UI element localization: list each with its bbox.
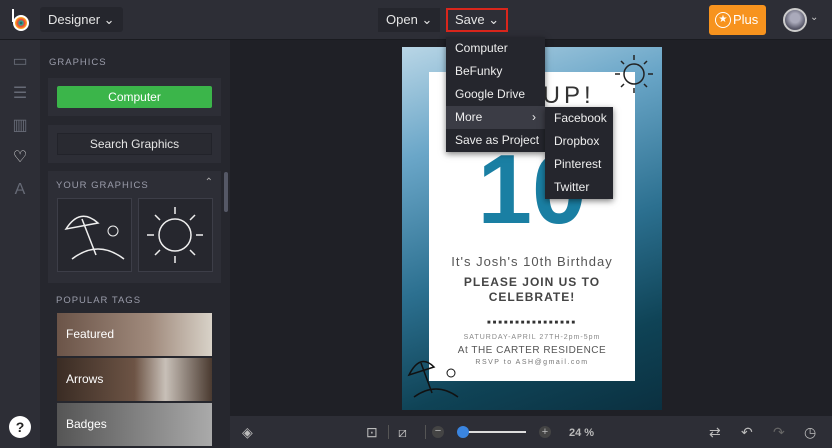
- sliders-icon[interactable]: ☰: [10, 84, 30, 104]
- divider: [425, 425, 426, 439]
- layout-icon[interactable]: ▥: [10, 116, 30, 136]
- heart-icon[interactable]: ♡: [10, 148, 30, 168]
- poster-beach-icon[interactable]: [406, 355, 466, 400]
- chevron-down-icon: ⌄: [421, 12, 433, 27]
- chevron-down-icon: ⌄: [488, 12, 500, 27]
- save-menu-save-as-project[interactable]: Save as Project: [446, 129, 545, 152]
- star-icon: ★: [715, 12, 731, 28]
- swap-icon[interactable]: ⇄: [709, 424, 721, 440]
- bottom-toolbar: ◈ ⊡ ⧄ − + 24 % ⇄ ↶ ↷ ◷: [230, 416, 832, 448]
- plus-button[interactable]: ★ Plus: [709, 5, 766, 35]
- submenu-twitter[interactable]: Twitter: [545, 176, 613, 199]
- open-label: Open: [386, 12, 418, 27]
- zoom-slider[interactable]: [462, 431, 526, 433]
- layers-icon[interactable]: ◈: [242, 424, 253, 440]
- submenu-dropbox[interactable]: Dropbox: [545, 130, 613, 153]
- actual-size-icon[interactable]: ⧄: [398, 424, 407, 440]
- graphic-thumb-beach[interactable]: [57, 198, 132, 272]
- history-icon[interactable]: ◷: [804, 424, 816, 440]
- computer-button[interactable]: Computer: [57, 86, 212, 108]
- chevron-down-icon[interactable]: ⌄: [810, 12, 818, 23]
- beach-umbrella-icon: [64, 215, 125, 260]
- poster-divider: ■■■■■■■■■■■■■■■■: [487, 320, 577, 326]
- chevron-right-icon: ›: [532, 110, 536, 124]
- save-button[interactable]: Save ⌄: [446, 8, 509, 32]
- befunky-logo[interactable]: [9, 8, 31, 32]
- undo-icon[interactable]: ↶: [741, 424, 753, 440]
- sun-icon: [147, 207, 203, 263]
- graphic-thumb-sun[interactable]: [138, 198, 213, 272]
- panel-title: GRAPHICS: [49, 57, 107, 68]
- save-menu-computer[interactable]: Computer: [446, 37, 545, 60]
- search-graphics-button[interactable]: Search Graphics: [57, 133, 212, 155]
- redo-icon[interactable]: ↷: [773, 424, 785, 440]
- designer-dropdown[interactable]: Designer ⌄: [40, 7, 123, 32]
- tag-arrows[interactable]: Arrows: [57, 358, 212, 401]
- text-icon[interactable]: A: [10, 180, 30, 200]
- popular-tags-heading: POPULAR TAGS: [56, 295, 142, 306]
- divider: [388, 425, 389, 439]
- save-menu-befunky[interactable]: BeFunky: [446, 60, 545, 83]
- poster-line2: PLEASE JOIN US TO: [463, 275, 601, 289]
- panel-scrollbar[interactable]: [224, 172, 228, 212]
- designer-label: Designer: [48, 12, 101, 27]
- tag-featured[interactable]: Featured: [57, 313, 212, 356]
- plus-label: Plus: [733, 12, 759, 27]
- poster-sun-icon[interactable]: [612, 52, 656, 96]
- save-menu: Computer BeFunky Google Drive More › Save…: [446, 37, 545, 152]
- your-graphics-heading: YOUR GRAPHICS: [56, 180, 149, 191]
- avatar[interactable]: [783, 8, 807, 32]
- more-label: More: [455, 110, 483, 124]
- tool-rail: ▭ ☰ ▥ ♡ A: [0, 40, 40, 448]
- zoom-level: 24 %: [569, 427, 595, 439]
- search-box: Search Graphics: [48, 125, 221, 163]
- top-bar: Designer ⌄ Open ⌄ Save ⌄ ★ Plus ⌄: [0, 0, 832, 40]
- more-submenu: Facebook Dropbox Pinterest Twitter: [545, 107, 613, 199]
- chevron-up-icon[interactable]: ⌃: [205, 177, 213, 188]
- zoom-in-icon[interactable]: +: [539, 426, 551, 438]
- chevron-down-icon: ⌄: [103, 12, 115, 27]
- image-icon[interactable]: ▭: [10, 52, 30, 72]
- zoom-slider-handle[interactable]: [457, 426, 469, 438]
- upload-box: Computer: [48, 78, 221, 116]
- help-icon[interactable]: ?: [9, 416, 31, 438]
- submenu-facebook[interactable]: Facebook: [545, 107, 613, 130]
- tag-badges[interactable]: Badges: [57, 403, 212, 446]
- submenu-pinterest[interactable]: Pinterest: [545, 153, 613, 176]
- save-label: Save: [455, 12, 485, 27]
- save-menu-more[interactable]: More ›: [446, 106, 545, 129]
- poster-line3: CELEBRATE!: [488, 290, 576, 304]
- open-button[interactable]: Open ⌄: [378, 8, 441, 32]
- fit-screen-icon[interactable]: ⊡: [366, 424, 378, 440]
- zoom-out-icon[interactable]: −: [432, 426, 444, 438]
- poster-line1: It's Josh's 10th Birthday: [451, 254, 613, 269]
- save-menu-google-drive[interactable]: Google Drive: [446, 83, 545, 106]
- poster-date: SATURDAY-APRIL 27TH-2pm-5pm: [463, 334, 601, 341]
